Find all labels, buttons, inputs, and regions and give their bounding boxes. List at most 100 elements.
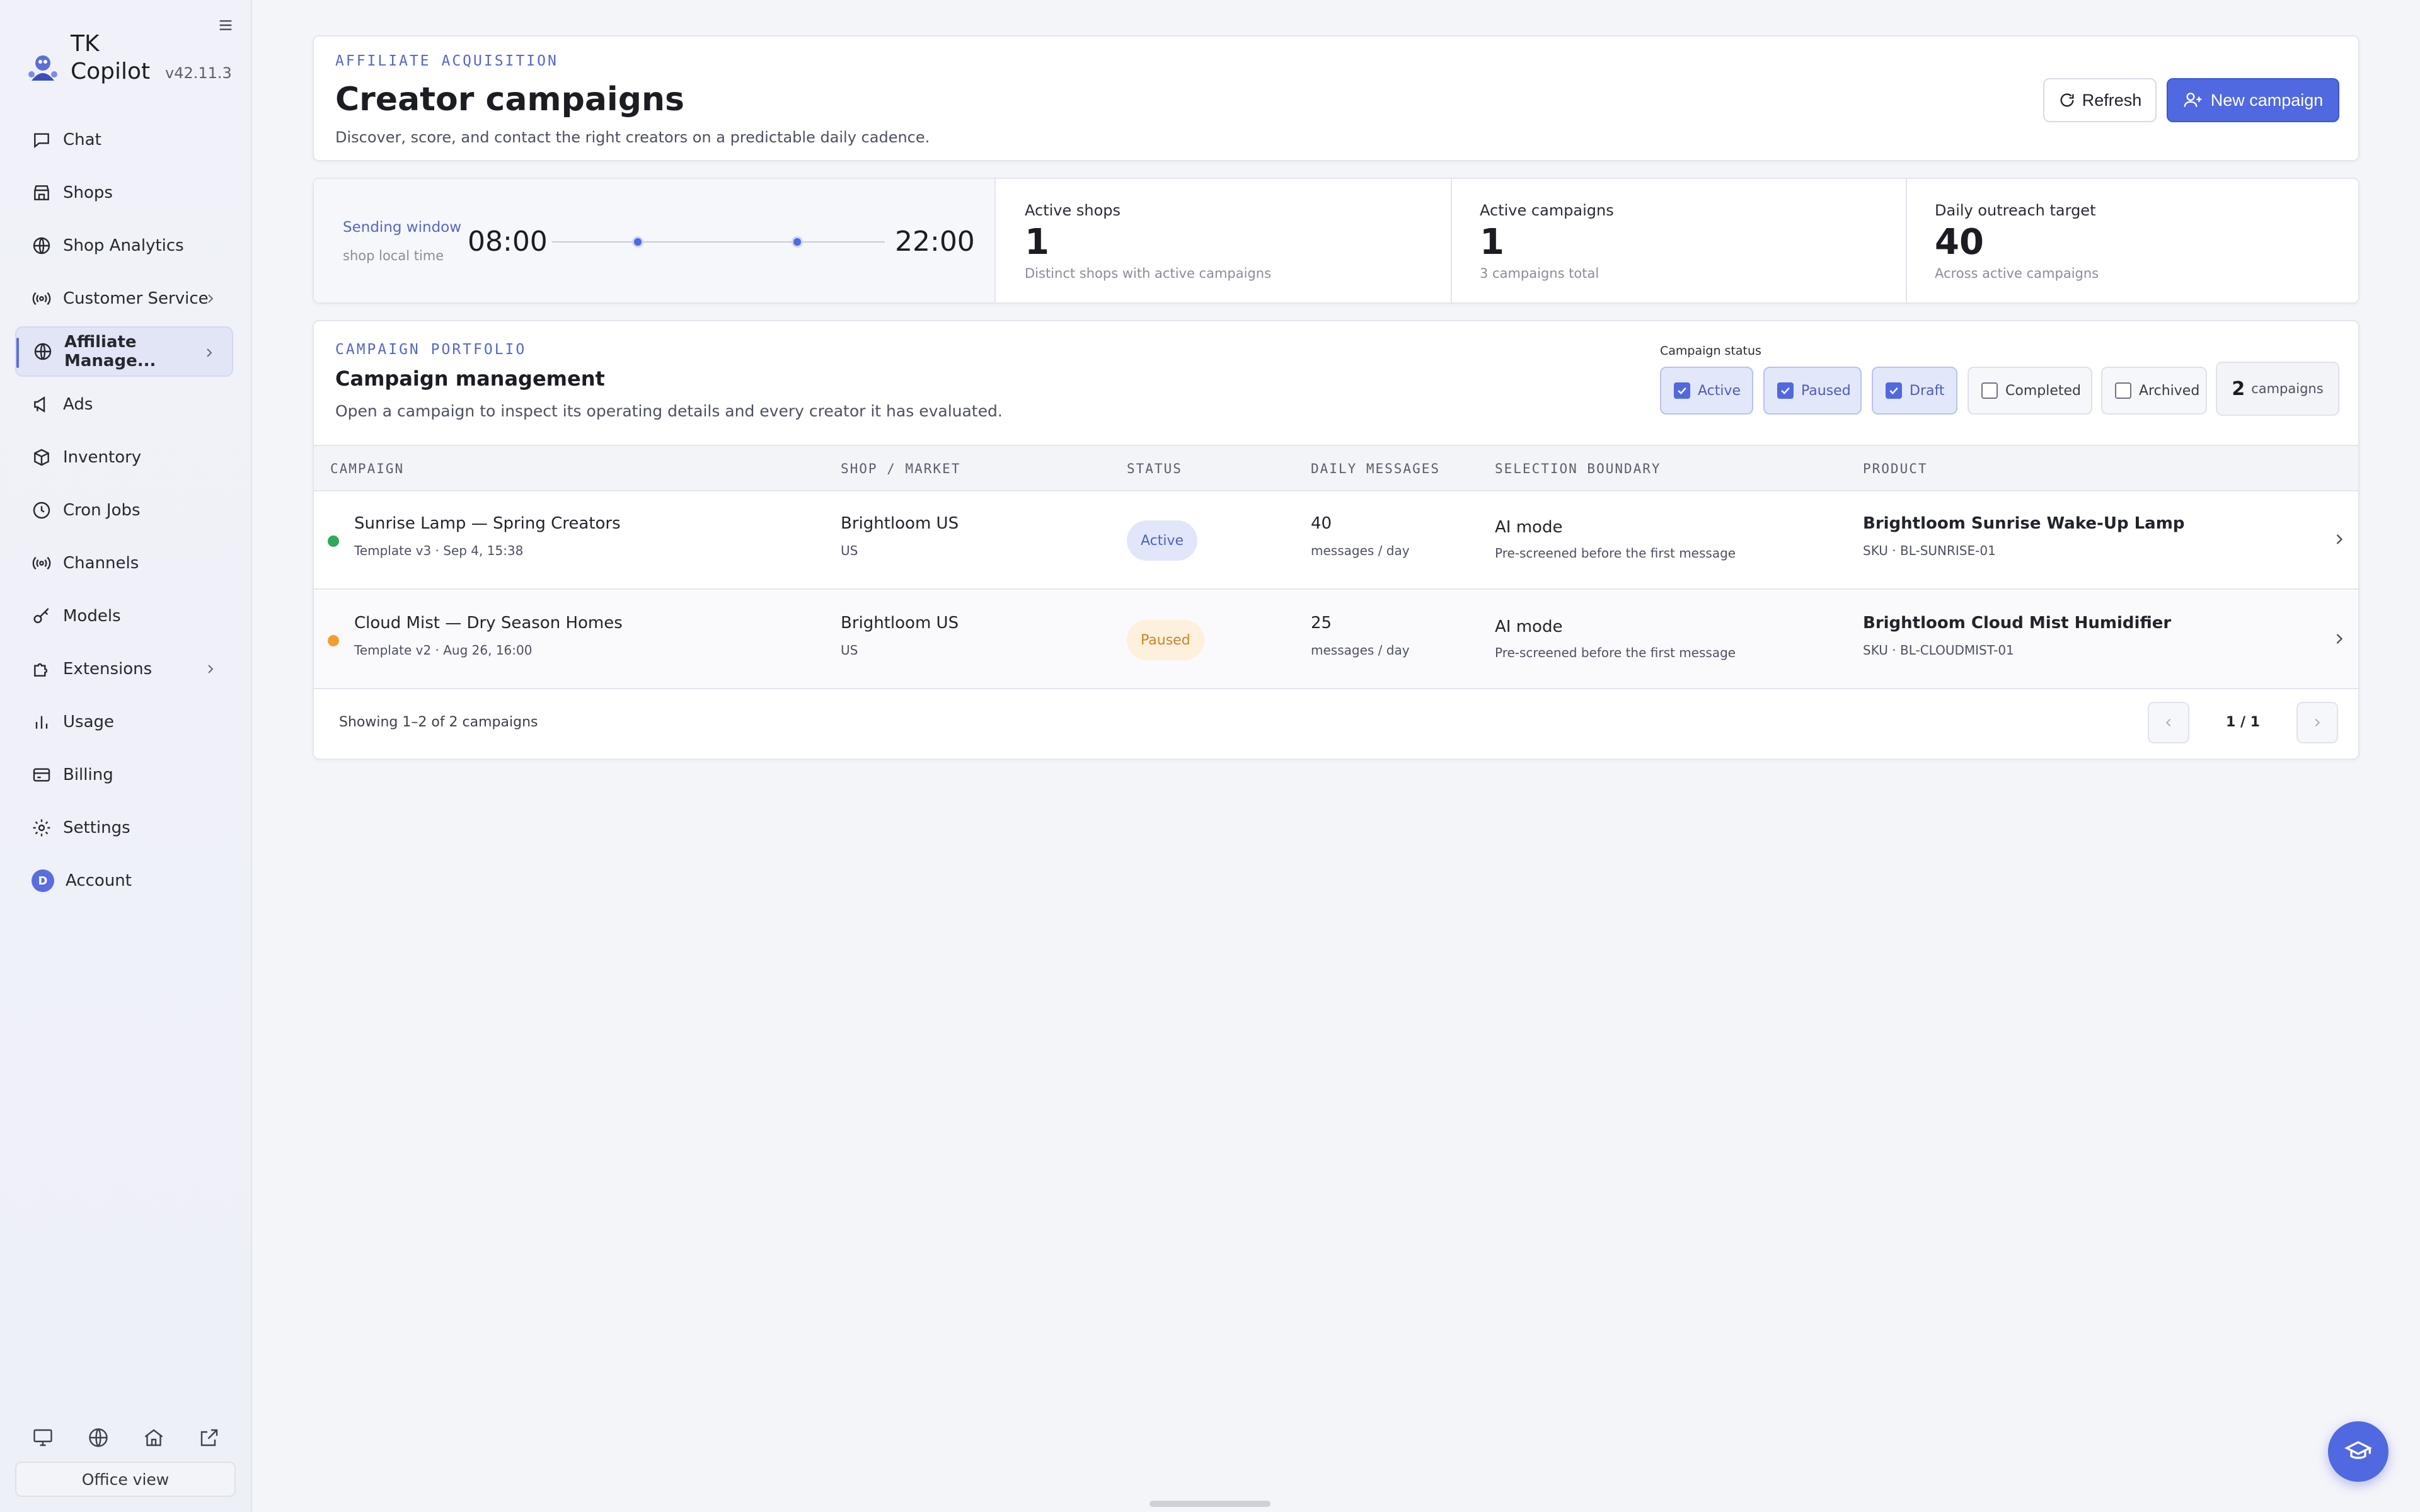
daily-messages: 40 — [1311, 514, 1332, 533]
globe-icon[interactable] — [87, 1426, 110, 1449]
sidebar-item-affiliate-management[interactable]: Affiliate Manage... — [15, 326, 233, 377]
store-icon — [34, 185, 49, 200]
status-dot — [328, 635, 339, 646]
filter-active-checkbox[interactable]: Active — [1660, 367, 1753, 415]
filter-completed-checkbox[interactable]: Completed — [1968, 367, 2092, 415]
globe-icon — [33, 237, 50, 255]
filter-label: Draft — [1910, 382, 1945, 399]
box-icon — [34, 449, 49, 466]
campaign-meta: Template v3 · Sep 4, 15:38 — [354, 543, 524, 558]
app-name: TK Copilot — [71, 31, 151, 84]
help-button[interactable] — [2328, 1421, 2388, 1482]
scroll-handle[interactable] — [1150, 1501, 1270, 1507]
sidebar-item-shops[interactable]: Shops — [15, 168, 233, 218]
bar-chart-icon — [35, 716, 48, 729]
next-page-button[interactable] — [2296, 702, 2338, 743]
table-header: CAMPAIGN SHOP / MARKET STATUS DAILY MESS… — [314, 445, 2358, 491]
stats-bar: Sending window shop local time 08:00 22:… — [313, 178, 2360, 304]
filter-paused-checkbox[interactable]: Paused — [1763, 367, 1862, 415]
checkbox-box — [1886, 382, 1902, 399]
sidebar-item-cron-jobs[interactable]: Cron Jobs — [15, 485, 233, 536]
copilot-logo-icon — [28, 55, 57, 81]
column-header-shop[interactable]: SHOP / MARKET — [841, 461, 960, 476]
stat-note: 3 campaigns total — [1480, 266, 1599, 281]
refresh-button[interactable]: Refresh — [2043, 78, 2157, 122]
shop-market: US — [841, 643, 858, 658]
sidebar-item-label: Channels — [63, 554, 139, 573]
filter-label: Active — [1698, 382, 1741, 399]
megaphone-icon — [34, 396, 45, 413]
sidebar-item-chat[interactable]: Chat — [15, 115, 233, 165]
selection-boundary: AI mode — [1495, 518, 1563, 537]
office-view-button[interactable]: Office view — [15, 1462, 236, 1497]
campaign-name: Cloud Mist — Dry Season Homes — [354, 614, 623, 633]
portfolio-title: Campaign management — [335, 367, 605, 391]
stat-note: Distinct shops with active campaigns — [1025, 266, 1272, 281]
sidebar-item-label: Account — [66, 871, 132, 890]
sidebar-item-label: Usage — [63, 713, 115, 731]
external-link-icon[interactable] — [198, 1426, 221, 1449]
sidebar-item-billing[interactable]: Billing — [15, 750, 233, 800]
sidebar-item-settings[interactable]: Settings — [15, 803, 233, 853]
shop-name: Brightloom US — [841, 514, 959, 533]
page-subtitle: Discover, score, and contact the right c… — [335, 129, 930, 146]
sidebar-item-usage[interactable]: Usage — [15, 697, 233, 747]
chevron-right-icon — [207, 348, 212, 357]
table-row[interactable]: Sunrise Lamp — Spring Creators Template … — [314, 491, 2358, 590]
campaign-count-label: campaigns — [2251, 381, 2324, 396]
sidebar-item-models[interactable]: Models — [15, 591, 233, 641]
previous-page-button[interactable] — [2148, 702, 2189, 743]
status-badge: Paused — [1127, 620, 1204, 660]
column-header-status[interactable]: STATUS — [1127, 461, 1182, 476]
window-end-time: 22:00 — [895, 226, 975, 258]
selection-boundary-note: Pre-screened before the first message — [1495, 645, 1736, 660]
key-icon — [33, 608, 49, 624]
sidebar-item-channels[interactable]: Channels — [15, 538, 233, 588]
broadcast-icon — [32, 292, 51, 306]
add-user-icon — [2184, 93, 2202, 107]
sidebar-item-account[interactable]: D Account — [15, 856, 233, 906]
window-end-handle[interactable] — [792, 236, 803, 248]
stat-label: Active shops — [1025, 202, 1121, 219]
filter-label: Paused — [1801, 382, 1851, 399]
sidebar-item-inventory[interactable]: Inventory — [15, 432, 233, 483]
column-header-product[interactable]: PRODUCT — [1863, 461, 1928, 476]
sidebar-item-label: Shop Analytics — [63, 236, 184, 255]
column-header-selection-boundary[interactable]: SELECTION BOUNDARY — [1495, 461, 1661, 476]
chevron-right-icon[interactable] — [2331, 530, 2348, 548]
table-row[interactable]: Cloud Mist — Dry Season Homes Template v… — [314, 591, 2358, 689]
sidebar-item-label: Customer Service — [63, 289, 209, 308]
collapse-sidebar-icon[interactable] — [216, 15, 236, 35]
sidebar-nav: Chat Shops Shop Analytics Customer Servi… — [15, 115, 233, 908]
sidebar-item-label: Chat — [63, 130, 101, 149]
new-campaign-button[interactable]: New campaign — [2167, 78, 2339, 122]
monitor-icon[interactable] — [32, 1426, 54, 1449]
credit-card-icon — [33, 768, 50, 782]
window-start-handle[interactable] — [632, 236, 643, 248]
product-name: Brightloom Cloud Mist Humidifier — [1863, 614, 2172, 633]
sidebar-item-customer-service[interactable]: Customer Service — [15, 273, 233, 324]
sidebar-item-label: Shops — [63, 183, 113, 202]
chevron-right-icon[interactable] — [2331, 630, 2348, 648]
checkbox-box — [1674, 382, 1690, 399]
filter-archived-checkbox[interactable]: Archived — [2101, 367, 2207, 415]
page-eyebrow: AFFILIATE ACQUISITION — [335, 53, 558, 69]
page-indicator: 1 / 1 — [2226, 714, 2260, 730]
stat-daily-outreach: Daily outreach target 40 Across active c… — [1907, 179, 2358, 302]
sidebar: TK Copilot v42.11.3 Chat Shops Shop Anal… — [0, 0, 252, 1512]
window-start-time: 08:00 — [468, 226, 548, 258]
sidebar-item-shop-analytics[interactable]: Shop Analytics — [15, 220, 233, 271]
sending-window-label: Sending window — [343, 219, 462, 236]
sidebar-item-extensions[interactable]: Extensions — [15, 644, 233, 694]
column-header-daily-messages[interactable]: DAILY MESSAGES — [1311, 461, 1440, 476]
filter-draft-checkbox[interactable]: Draft — [1872, 367, 1957, 415]
portfolio-subtitle: Open a campaign to inspect its operating… — [335, 402, 1003, 420]
sidebar-item-ads[interactable]: Ads — [15, 379, 233, 430]
check-icon — [1781, 387, 1790, 394]
checkbox-box — [2115, 382, 2131, 399]
status-badge: Active — [1127, 520, 1198, 561]
column-header-campaign[interactable]: CAMPAIGN — [330, 461, 404, 476]
campaign-count: 2 — [2232, 377, 2245, 400]
home-icon[interactable] — [142, 1426, 165, 1449]
portfolio-eyebrow: CAMPAIGN PORTFOLIO — [335, 341, 527, 358]
